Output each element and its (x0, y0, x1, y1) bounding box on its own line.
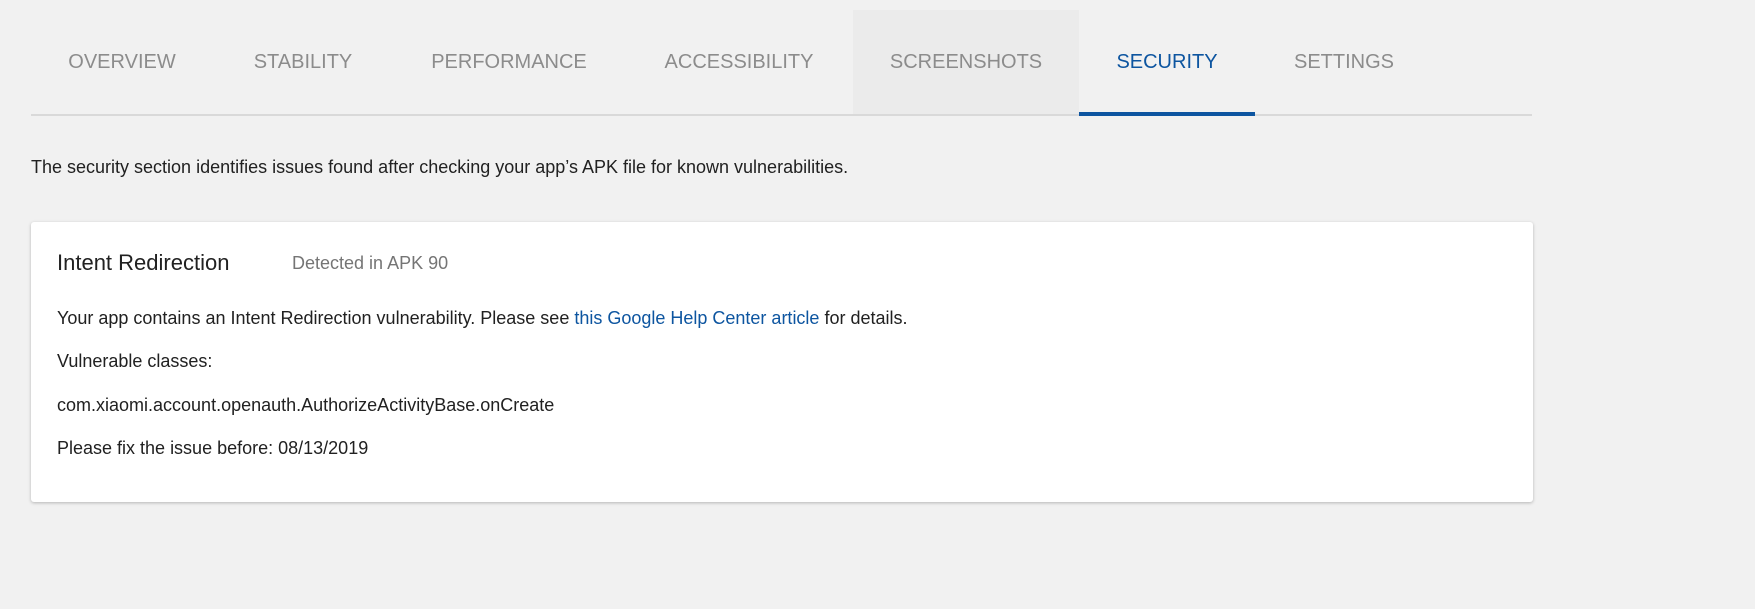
tab-screenshots[interactable]: SCREENSHOTS (853, 10, 1079, 114)
tab-accessibility[interactable]: ACCESSIBILITY (625, 10, 853, 114)
tab-bar: OVERVIEW STABILITY PERFORMANCE ACCESSIBI… (31, 10, 1532, 116)
section-description: The security section identifies issues f… (31, 157, 849, 177)
detected-in-label: Detected in APK 90 (292, 253, 449, 273)
tab-security[interactable]: SECURITY (1079, 10, 1255, 116)
vulnerable-classes-label: Vulnerable classes: (57, 351, 213, 371)
tab-overview[interactable]: OVERVIEW (31, 10, 213, 114)
tab-stability[interactable]: STABILITY (213, 10, 393, 114)
tab-performance[interactable]: PERFORMANCE (393, 10, 625, 114)
tab-settings[interactable]: SETTINGS (1255, 10, 1433, 114)
vulnerable-class-name: com.xiaomi.account.openauth.AuthorizeAct… (57, 395, 555, 415)
issue-description: Your app contains an Intent Redirection … (57, 308, 908, 329)
issue-title: Intent Redirection (57, 250, 230, 275)
description-text: Your app contains an Intent Redirection … (57, 308, 575, 328)
help-center-link[interactable]: this Google Help Center article (574, 308, 819, 328)
description-text-end: for details. (819, 308, 908, 328)
issue-card: Intent Redirection Detected in APK 90 Yo… (31, 222, 1533, 502)
fix-deadline: Please fix the issue before: 08/13/2019 (57, 438, 369, 458)
